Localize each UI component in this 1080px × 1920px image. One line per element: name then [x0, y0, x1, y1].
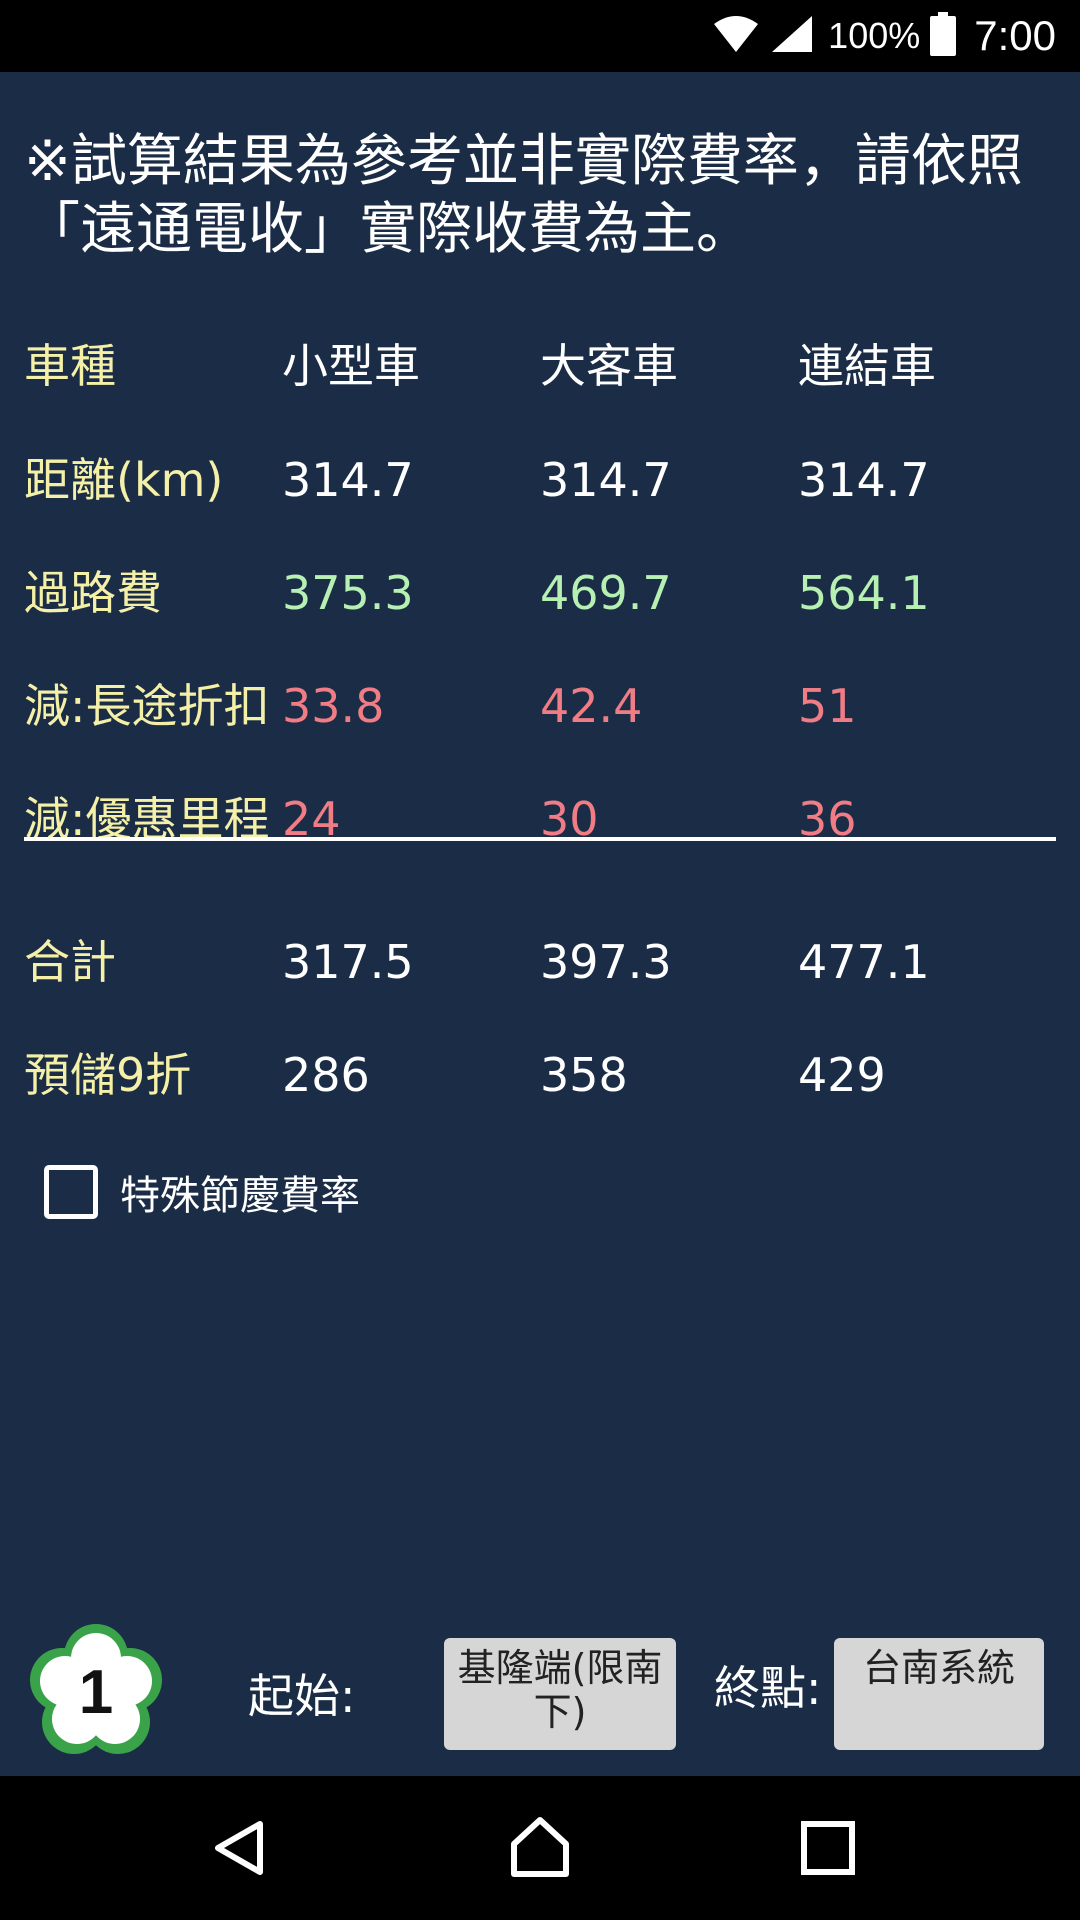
recents-icon[interactable] — [788, 1808, 868, 1888]
table-row-free-mileage: 減:優惠里程 24 30 36 — [0, 779, 1080, 859]
table-row-prepaid-discount: 預儲9折 286 358 429 — [0, 1035, 1080, 1115]
cell-value: 24 — [282, 792, 341, 846]
table-row-total: 合計 317.5 397.3 477.1 — [0, 922, 1080, 1002]
cell-value: 358 — [540, 1048, 628, 1102]
header-bus: 大客車 — [540, 339, 678, 393]
wifi-icon — [712, 14, 760, 58]
disclaimer-notice: ※試算結果為參考並非實際費率，請依照「遠通電收」實際收費為主。 — [24, 129, 1023, 262]
cell-value: 429 — [798, 1048, 886, 1102]
special-rate-option[interactable]: 特殊節慶費率 — [44, 1162, 360, 1222]
main-content: ※試算結果為參考並非實際費率，請依照「遠通電收」實際收費為主。 車種 小型車 大… — [0, 72, 1080, 1776]
cell-value: 375.3 — [282, 566, 414, 620]
highway-shield-logo: 1 — [26, 1622, 166, 1762]
row-label: 減:長途折扣 — [24, 679, 270, 733]
navigation-bar — [0, 1776, 1080, 1920]
clock: 7:00 — [974, 12, 1056, 59]
table-header-row: 車種 小型車 大客車 連結車 — [0, 326, 1080, 406]
cell-value: 51 — [798, 679, 857, 733]
row-label: 減:優惠里程 — [24, 792, 270, 846]
status-bar: 100% 7:00 — [0, 0, 1080, 72]
home-icon[interactable] — [500, 1808, 580, 1888]
status-icons: 100% 7:00 — [712, 0, 1056, 72]
table-row-distance: 距離(km) 314.7 314.7 314.7 — [0, 440, 1080, 520]
end-label: 終點: — [714, 1661, 822, 1715]
cell-value: 314.7 — [282, 453, 414, 507]
divider — [24, 837, 1056, 841]
cell-value: 36 — [798, 792, 857, 846]
cell-value: 477.1 — [798, 935, 930, 989]
cell-value: 33.8 — [282, 679, 385, 733]
back-icon[interactable] — [200, 1808, 280, 1888]
cell-value: 469.7 — [540, 566, 672, 620]
cell-value: 564.1 — [798, 566, 930, 620]
cell-value: 314.7 — [540, 453, 672, 507]
end-point-button[interactable]: 台南系統 — [834, 1638, 1044, 1750]
header-small-car: 小型車 — [282, 339, 420, 393]
cell-signal-icon — [770, 14, 814, 58]
cell-value: 314.7 — [798, 453, 930, 507]
header-trailer: 連結車 — [798, 339, 936, 393]
row-label: 過路費 — [24, 566, 162, 620]
row-label: 距離(km) — [24, 453, 224, 507]
highway-number: 1 — [79, 1658, 113, 1727]
cell-value: 30 — [540, 792, 599, 846]
cell-value: 286 — [282, 1048, 370, 1102]
battery-icon — [930, 12, 957, 60]
special-rate-checkbox[interactable] — [44, 1165, 98, 1219]
vehicle-type-label: 車種 — [24, 339, 116, 393]
cell-value: 42.4 — [540, 679, 643, 733]
row-label: 預儲9折 — [24, 1048, 192, 1102]
cell-value: 397.3 — [540, 935, 672, 989]
special-rate-label: 特殊節慶費率 — [120, 1173, 360, 1219]
start-point-button[interactable]: 基隆端(限南下) — [444, 1638, 676, 1750]
row-label: 合計 — [24, 935, 116, 989]
route-bar: 1 起始: 基隆端(限南下) 終點: 台南系統 — [0, 1622, 1080, 1772]
cell-value: 317.5 — [282, 935, 414, 989]
table-row-long-distance-discount: 減:長途折扣 33.8 42.4 51 — [0, 666, 1080, 746]
table-row-toll: 過路費 375.3 469.7 564.1 — [0, 553, 1080, 633]
start-label: 起始: — [248, 1669, 356, 1723]
battery-percent: 100% — [828, 15, 921, 56]
